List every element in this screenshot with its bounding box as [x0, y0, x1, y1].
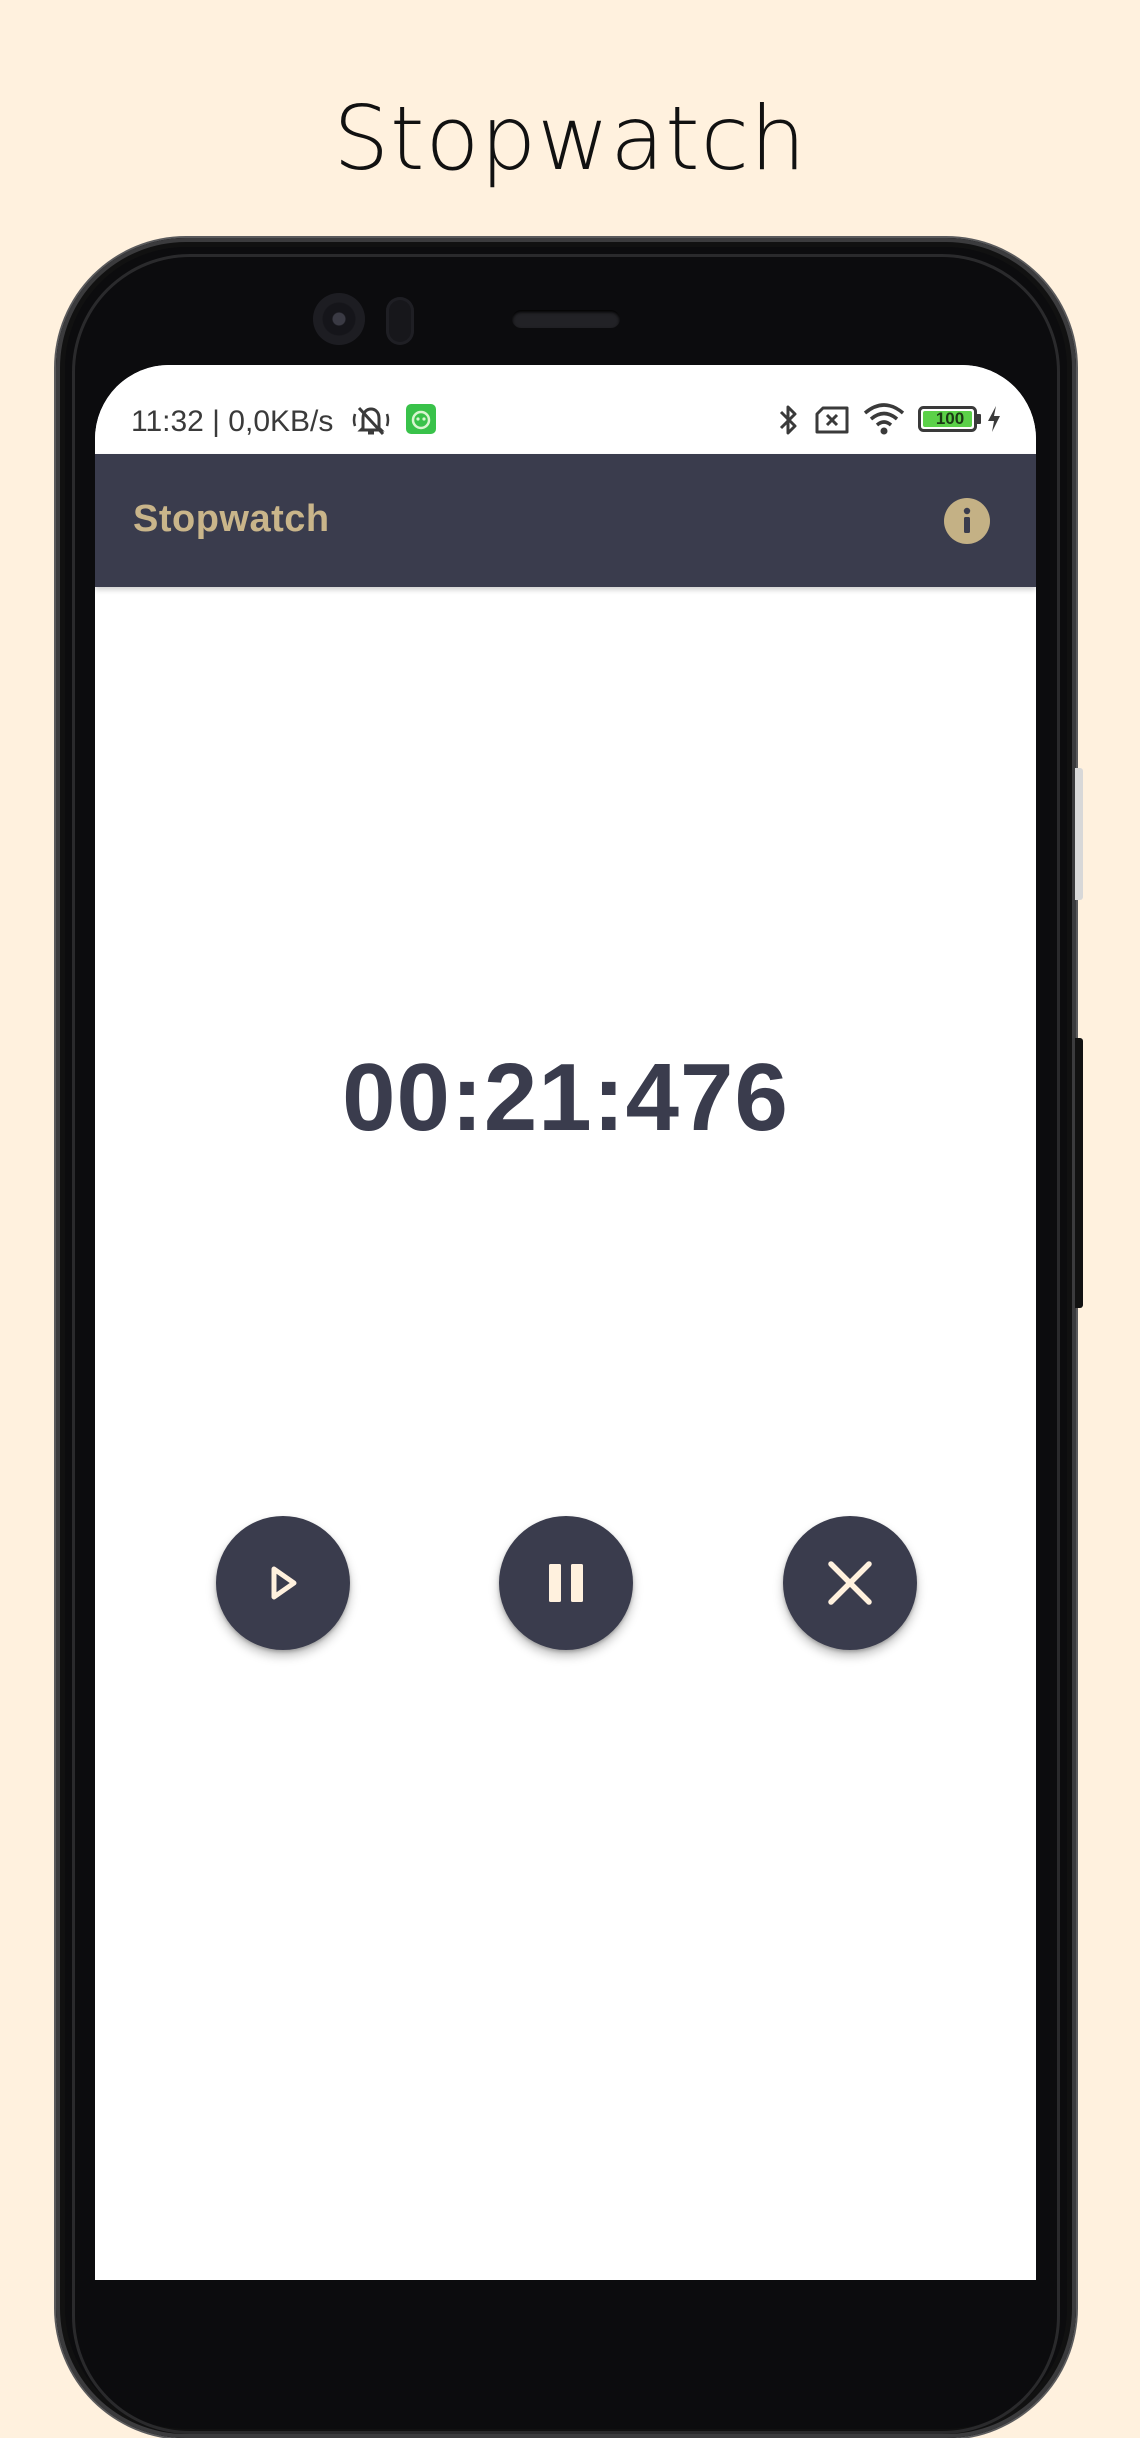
- no-sim-icon: [813, 405, 851, 440]
- mute-vibrate-icon: [351, 402, 391, 443]
- stopwatch-display: 00:21:476: [342, 1044, 789, 1151]
- pause-icon: [549, 1564, 583, 1602]
- wifi-icon: [863, 403, 905, 440]
- reset-button[interactable]: [783, 1516, 917, 1650]
- earpiece-speaker: [512, 310, 620, 328]
- start-button[interactable]: [216, 1516, 350, 1650]
- bluetooth-icon: [777, 402, 801, 443]
- phone-screen: 11:32 | 0,0KB/s 100 Stopwatch 00:21:476: [95, 365, 1036, 2280]
- status-time: 11:32 | 0,0KB/s: [131, 405, 334, 438]
- app-notification-icon: [406, 404, 436, 439]
- phone-power-button: [1075, 1038, 1083, 1308]
- info-icon: [963, 507, 971, 533]
- app-title: Stopwatch: [133, 498, 330, 540]
- battery-level: 100: [935, 409, 965, 428]
- status-bar: 11:32 | 0,0KB/s 100: [95, 365, 1036, 454]
- front-camera-icon: [313, 293, 365, 345]
- pause-button[interactable]: [499, 1516, 633, 1650]
- promo-title: Stopwatch: [333, 87, 807, 190]
- proximity-sensor: [386, 297, 414, 345]
- charging-icon: [985, 404, 1003, 439]
- close-icon: [828, 1561, 872, 1605]
- app-bar: Stopwatch: [95, 454, 1036, 587]
- play-icon: [271, 1566, 297, 1600]
- phone-side-button: [1075, 768, 1083, 900]
- info-button[interactable]: [944, 498, 990, 544]
